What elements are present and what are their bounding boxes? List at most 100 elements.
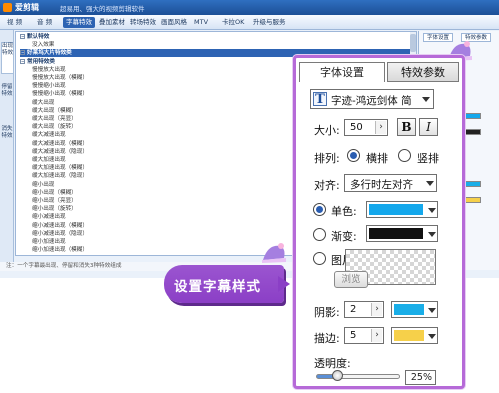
stepper-arrow-icon[interactable]: › xyxy=(371,303,382,316)
stroke-color-picker[interactable] xyxy=(391,327,438,344)
menu-karaoke[interactable]: 卡拉OK xyxy=(219,17,247,28)
tree-item-label: 缩小加速出现（模糊） xyxy=(32,247,88,254)
tree-item[interactable]: 缩小加速出现 xyxy=(32,238,66,246)
tree-item[interactable]: 缩小减速出现 xyxy=(32,213,66,221)
collapse-icon[interactable]: − xyxy=(20,50,25,56)
vertical-label: 竖排 xyxy=(417,152,439,165)
title-bar: 爱剪辑 超易用、强大的视频剪辑软件 xyxy=(0,0,499,15)
tree-item[interactable]: 缓大出现（旋转） xyxy=(32,123,77,131)
stroke-stepper[interactable]: 5 › xyxy=(344,327,384,344)
gradient-picker[interactable] xyxy=(366,225,438,242)
mini-shadow-swatch xyxy=(465,181,481,187)
tree-item[interactable]: 缩小加速出现（模糊） xyxy=(32,246,88,254)
solid-color-label: 单色: xyxy=(331,205,357,218)
tree-item[interactable]: 没入效果 xyxy=(32,41,54,49)
tree-item[interactable]: 缓大减速出现 xyxy=(32,131,66,139)
chevron-down-icon xyxy=(428,208,436,213)
tree-item[interactable]: 慢慢放大出现 xyxy=(32,66,66,74)
tree-item[interactable]: 缓大出现 xyxy=(32,99,54,107)
menu-picture-style[interactable]: 画面风格 xyxy=(158,17,190,28)
align-label: 对齐: xyxy=(314,179,340,192)
tree-item-label: 缓大出现（模糊） xyxy=(32,107,77,114)
solid-color-picker[interactable] xyxy=(366,201,438,218)
shadow-stepper[interactable]: 2 › xyxy=(344,301,384,318)
menu-mtv[interactable]: MTV xyxy=(191,17,211,28)
tree-item-label: 慢慢放大出现（模糊） xyxy=(32,75,88,81)
horizontal-label: 横排 xyxy=(366,152,388,165)
menu-video[interactable]: 视 频 xyxy=(4,17,25,28)
tree-item[interactable]: 缓大加速出现（隐现） xyxy=(32,172,88,180)
browse-button[interactable]: 浏览 xyxy=(334,271,368,288)
tree-item-label: 缩小减速出现（隐现） xyxy=(32,230,88,237)
arrange-label: 排列: xyxy=(314,152,340,165)
font-family-select[interactable]: T 字迹-鸿远剑体 简 xyxy=(310,89,434,109)
tree-item[interactable]: 缓大出现（亮显） xyxy=(32,115,77,123)
bold-button[interactable]: B xyxy=(397,118,416,136)
tree-item-label: 缓大加速出现（模糊） xyxy=(32,165,88,172)
tree-item-label: 缓大减速出现 xyxy=(32,132,66,139)
tree-item[interactable]: 缓大减速出现（隐现） xyxy=(32,148,88,156)
tree-item[interactable]: 缓大减速出现（模糊） xyxy=(32,140,88,148)
tree-item[interactable]: 缩小减速出现（隐现） xyxy=(32,230,88,238)
stepper-arrow-icon[interactable]: › xyxy=(371,329,382,342)
tree-item[interactable]: 缓大加速出现 xyxy=(32,156,66,164)
tree-item[interactable]: 缩小出现 xyxy=(32,181,54,189)
collapse-icon[interactable]: − xyxy=(20,58,25,64)
tree-item-label: 慢慢缩小出现 xyxy=(32,83,66,90)
menu-subtitle-effects[interactable]: 字幕特效 xyxy=(63,17,95,28)
tree-item[interactable]: 慢慢缩小出现 xyxy=(32,82,66,90)
italic-button[interactable]: I xyxy=(419,118,438,136)
menu-upgrade[interactable]: 升级与服务 xyxy=(250,17,289,28)
menu-transitions[interactable]: 转场特效 xyxy=(127,17,159,28)
tree-item[interactable]: 缩小出现（模糊） xyxy=(32,189,77,197)
main-menu: 视 频 音 频 字幕特效 叠加素材 转场特效 画面风格 MTV 卡拉OK 升级与… xyxy=(0,15,499,30)
mini-solid-swatch xyxy=(465,113,481,119)
font-size-stepper[interactable]: 50 › xyxy=(344,119,388,136)
side-tab-appear[interactable]: 出现特效 xyxy=(1,42,13,74)
tree-item-label: 缓大加速出现 xyxy=(32,157,66,163)
radio-image[interactable] xyxy=(313,252,326,265)
opacity-slider-thumb[interactable] xyxy=(332,370,343,381)
font-type-icon: T xyxy=(313,92,327,106)
tree-item-label: 缓大减速出现（模糊） xyxy=(32,140,88,147)
radio-vertical[interactable] xyxy=(398,149,411,162)
hat-decoration-icon xyxy=(262,243,286,263)
size-label: 大小: xyxy=(314,124,340,137)
tree-group[interactable]: − 默认特效 xyxy=(20,33,49,41)
tree-item[interactable]: 缩小出现（旋转） xyxy=(32,205,77,213)
tree-item-label: 缓大减速出现（隐现） xyxy=(32,148,88,155)
tree-item[interactable]: 慢慢放大出现（模糊） xyxy=(32,74,88,82)
font-name: 字迹-鸿远剑体 简 xyxy=(331,95,412,107)
panel-tabs: 字体设置 特效参数 xyxy=(299,61,459,83)
radio-horizontal[interactable] xyxy=(347,149,360,162)
tree-item-label: 缓大加速出现（隐现） xyxy=(32,173,88,180)
stepper-arrow-icon[interactable]: › xyxy=(375,121,386,134)
radio-solid-color[interactable] xyxy=(313,203,326,216)
tab-font-settings[interactable]: 字体设置 xyxy=(299,62,385,82)
tree-group[interactable]: − 常用特效类 xyxy=(20,58,55,66)
stroke-value: 5 xyxy=(350,330,357,341)
side-tab-stay[interactable]: 停留特效 xyxy=(1,84,13,116)
tree-item-label: 缩小出现（亮显） xyxy=(32,198,77,204)
tree-item[interactable]: 慢慢缩小出现（模糊） xyxy=(32,90,88,98)
tree-item-label: 常用特效类 xyxy=(27,58,55,65)
tree-item[interactable]: 缩小减速出现（模糊） xyxy=(32,222,88,230)
shadow-color-picker[interactable] xyxy=(391,301,438,318)
tree-item[interactable]: 缓大加速出现（模糊） xyxy=(32,164,88,172)
side-tab-disappear[interactable]: 消失特效 xyxy=(1,126,13,158)
menu-audio[interactable]: 音 频 xyxy=(34,17,55,28)
tree-item-label: 缓大出现（亮显） xyxy=(32,116,77,122)
scroll-thumb[interactable] xyxy=(410,34,416,52)
collapse-icon[interactable]: − xyxy=(20,34,25,39)
tree-item[interactable]: 缩小出现（亮显） xyxy=(32,197,77,205)
opacity-slider[interactable] xyxy=(316,374,400,379)
menu-overlay[interactable]: 叠加素材 xyxy=(96,17,128,28)
app-logo-icon xyxy=(3,3,12,12)
radio-gradient[interactable] xyxy=(313,228,326,241)
chevron-down-icon xyxy=(422,97,430,102)
tab-effect-params[interactable]: 特效参数 xyxy=(387,62,459,82)
opacity-value[interactable]: 25% xyxy=(405,370,436,385)
tree-item[interactable]: 缓大出现（模糊） xyxy=(32,107,77,115)
align-select[interactable]: 多行时左对齐 xyxy=(344,174,437,192)
tree-item-label: 慢慢缩小出现（模糊） xyxy=(32,91,88,98)
